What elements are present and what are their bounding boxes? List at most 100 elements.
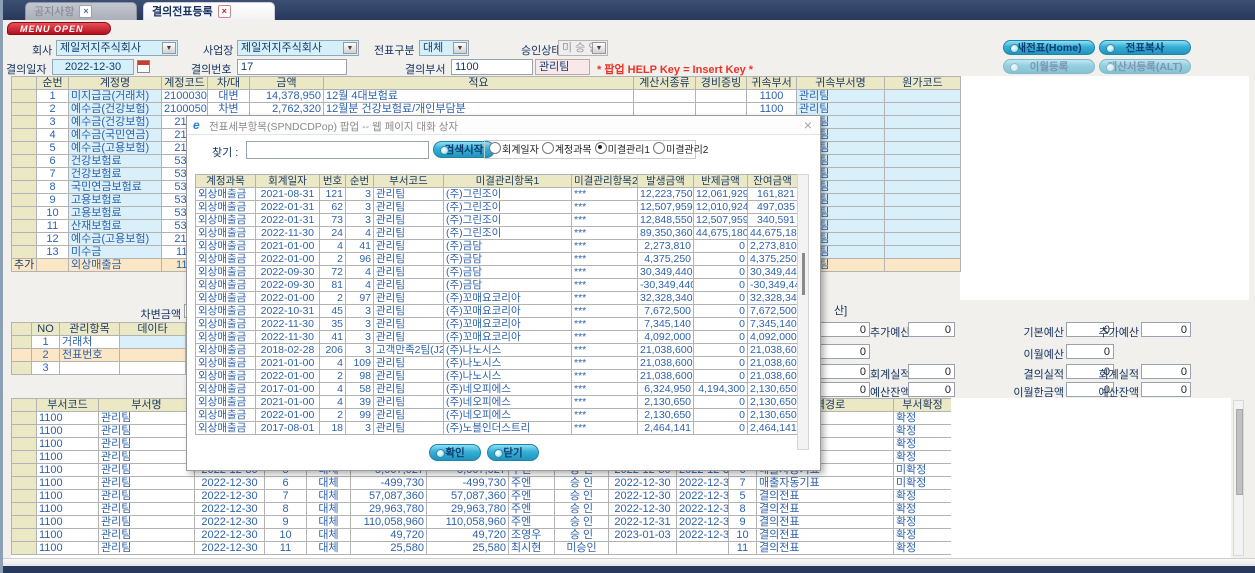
calendar-icon[interactable] bbox=[137, 60, 150, 73]
date-field[interactable]: 2022-12-30 bbox=[52, 59, 134, 75]
cell[interactable]: 0 bbox=[693, 356, 748, 370]
cell[interactable] bbox=[11, 115, 37, 129]
chevron-down-icon[interactable]: ▼ bbox=[162, 42, 176, 54]
cell[interactable]: -30,349,440 bbox=[637, 278, 694, 292]
cell[interactable]: 전표번호 bbox=[59, 348, 120, 362]
cell[interactable]: 관리팀 bbox=[98, 541, 195, 555]
cell[interactable]: 3 bbox=[345, 187, 374, 201]
cell[interactable]: 예수금(건강보험) bbox=[68, 102, 162, 116]
cell[interactable]: 조영우 bbox=[508, 528, 555, 542]
cell[interactable]: 외상매출금 bbox=[195, 369, 256, 383]
cell[interactable]: (주)노블인더스트리 bbox=[443, 421, 572, 435]
cell[interactable]: 30,349,440 bbox=[637, 265, 694, 279]
cell[interactable]: 2,464,141 bbox=[747, 421, 798, 435]
cell[interactable]: (주)그린조이 bbox=[443, 226, 572, 240]
cell[interactable] bbox=[119, 361, 186, 375]
cell[interactable]: 1100 bbox=[36, 515, 99, 529]
bottom-scrollbar-thumb[interactable] bbox=[1236, 409, 1243, 495]
open-item-row[interactable]: 외상매출금 2018-02-28 206 3 고객만족2팀(J2 (주)나노시스 *** 21… bbox=[195, 343, 798, 357]
cell[interactable]: 확정 bbox=[893, 450, 951, 464]
cell[interactable]: 관리팀 bbox=[98, 411, 195, 425]
cell[interactable]: 1 bbox=[36, 89, 69, 103]
cell[interactable]: *** bbox=[571, 317, 638, 331]
cell[interactable]: 대체 bbox=[306, 476, 351, 490]
cell[interactable]: 2022-12-30 bbox=[194, 476, 265, 490]
cell[interactable] bbox=[695, 102, 747, 116]
cell[interactable]: 관리팀 bbox=[373, 395, 444, 409]
cell[interactable]: 관리팀 bbox=[373, 239, 444, 253]
cell[interactable]: 관리팀 bbox=[373, 330, 444, 344]
open-item-row[interactable]: 외상매출금 2021-01-00 4 109 관리팀 (주)나노시스 *** 21,038,6… bbox=[195, 356, 798, 370]
cell[interactable] bbox=[884, 193, 961, 207]
cell[interactable]: 2,130,650 bbox=[637, 408, 694, 422]
cell[interactable]: 9 bbox=[36, 193, 69, 207]
cell[interactable]: 3 bbox=[31, 361, 60, 375]
cell[interactable]: 0 bbox=[693, 408, 748, 422]
slip-type-select[interactable]: 대체 ▼ bbox=[419, 40, 469, 56]
cell[interactable]: 관리팀 bbox=[98, 424, 195, 438]
cell[interactable]: 예수금(건강보험) bbox=[68, 115, 162, 129]
cell[interactable]: 21,038,600 bbox=[637, 369, 694, 383]
cell[interactable]: 외상매출금 bbox=[195, 291, 256, 305]
cell[interactable]: 1100 bbox=[36, 528, 99, 542]
cell[interactable]: 12,507,959 bbox=[637, 200, 694, 214]
cell[interactable]: 고용보험료 bbox=[68, 206, 162, 220]
cell[interactable]: 외상매출금 bbox=[195, 356, 256, 370]
cell[interactable]: 차변 bbox=[207, 102, 250, 116]
cell[interactable]: 7 bbox=[264, 489, 307, 503]
cell[interactable]: 35 bbox=[319, 317, 346, 331]
cell[interactable]: 11 bbox=[728, 541, 757, 555]
tab-close-icon[interactable]: × bbox=[79, 5, 93, 18]
cell[interactable]: 고용보험료 bbox=[68, 193, 162, 207]
cell[interactable]: 예수금(고용보험) bbox=[68, 232, 162, 246]
cell[interactable] bbox=[884, 115, 961, 129]
cell[interactable]: 2 bbox=[319, 408, 346, 422]
cell[interactable]: 건강보험료 bbox=[68, 167, 162, 181]
open-item-row[interactable]: 외상매출금 2021-08-31 121 3 관리팀 (주)그린조이 *** 12,223,7… bbox=[195, 187, 798, 201]
cell[interactable]: 3 bbox=[345, 421, 374, 435]
cell[interactable]: 2017-01-00 bbox=[255, 382, 320, 396]
cell[interactable]: 3 bbox=[345, 304, 374, 318]
cell[interactable]: 6 bbox=[264, 476, 307, 490]
cell[interactable]: 2,130,650 bbox=[747, 382, 798, 396]
cell[interactable]: 2022-01-31 bbox=[255, 200, 320, 214]
cell[interactable]: 4,092,000 bbox=[747, 330, 798, 344]
cell[interactable] bbox=[119, 335, 186, 349]
cell[interactable]: 10 bbox=[264, 528, 307, 542]
cell[interactable]: 2022-12-30 bbox=[194, 528, 265, 542]
open-item-row[interactable]: 외상매출금 2022-01-31 62 3 관리팀 (주)그린조이 *** 12,507,95… bbox=[195, 200, 798, 214]
cell[interactable]: 승 인 bbox=[554, 528, 609, 542]
tab-notice[interactable]: 공지사항 × bbox=[25, 2, 137, 20]
cell[interactable]: 2,464,141 bbox=[637, 421, 694, 435]
cell[interactable]: 41 bbox=[319, 330, 346, 344]
cell[interactable]: 2022-01-00 bbox=[255, 291, 320, 305]
cell[interactable]: -499,730 bbox=[350, 476, 427, 490]
cell[interactable]: 12월 4대보험료 bbox=[323, 89, 634, 103]
cell[interactable]: 미수금 bbox=[68, 245, 162, 259]
open-item-row[interactable]: 외상매출금 2022-01-00 2 97 관리팀 (주)꼬매요코리아 *** 32,328,… bbox=[195, 291, 798, 305]
cell[interactable]: 4,194,300 bbox=[693, 382, 748, 396]
cell[interactable]: 2022-12-30 bbox=[608, 476, 677, 490]
cell[interactable] bbox=[11, 206, 37, 220]
tab-voucher-register[interactable]: 결의전표등록 × bbox=[143, 2, 275, 20]
cell[interactable]: 관리팀 bbox=[373, 408, 444, 422]
chevron-down-icon[interactable]: ▼ bbox=[343, 42, 357, 54]
cell[interactable]: 1100 bbox=[36, 411, 99, 425]
cell[interactable]: 2 bbox=[319, 291, 346, 305]
cell[interactable]: 2022-01-00 bbox=[255, 252, 320, 266]
cell[interactable]: 30,349,440 bbox=[747, 265, 798, 279]
cell[interactable]: *** bbox=[571, 226, 638, 240]
cell[interactable]: 57,087,360 bbox=[350, 489, 427, 503]
cell[interactable]: 9 bbox=[728, 515, 757, 529]
cell[interactable]: 4,375,250 bbox=[747, 252, 798, 266]
cell[interactable]: 대체 bbox=[306, 489, 351, 503]
cell[interactable]: *** bbox=[571, 239, 638, 253]
mgmt-item-row[interactable]: 2 전표번호 bbox=[11, 348, 186, 362]
cell[interactable]: (주)꼬매요코리아 bbox=[443, 330, 572, 344]
cell[interactable]: 29,963,780 bbox=[350, 502, 427, 516]
cell[interactable]: 관리팀 bbox=[98, 437, 195, 451]
cell[interactable]: 44,675,180 bbox=[693, 226, 748, 240]
cell[interactable]: 관리팀 bbox=[373, 252, 444, 266]
cell[interactable]: 관리팀 bbox=[98, 450, 195, 464]
radio-icon[interactable] bbox=[489, 142, 501, 154]
